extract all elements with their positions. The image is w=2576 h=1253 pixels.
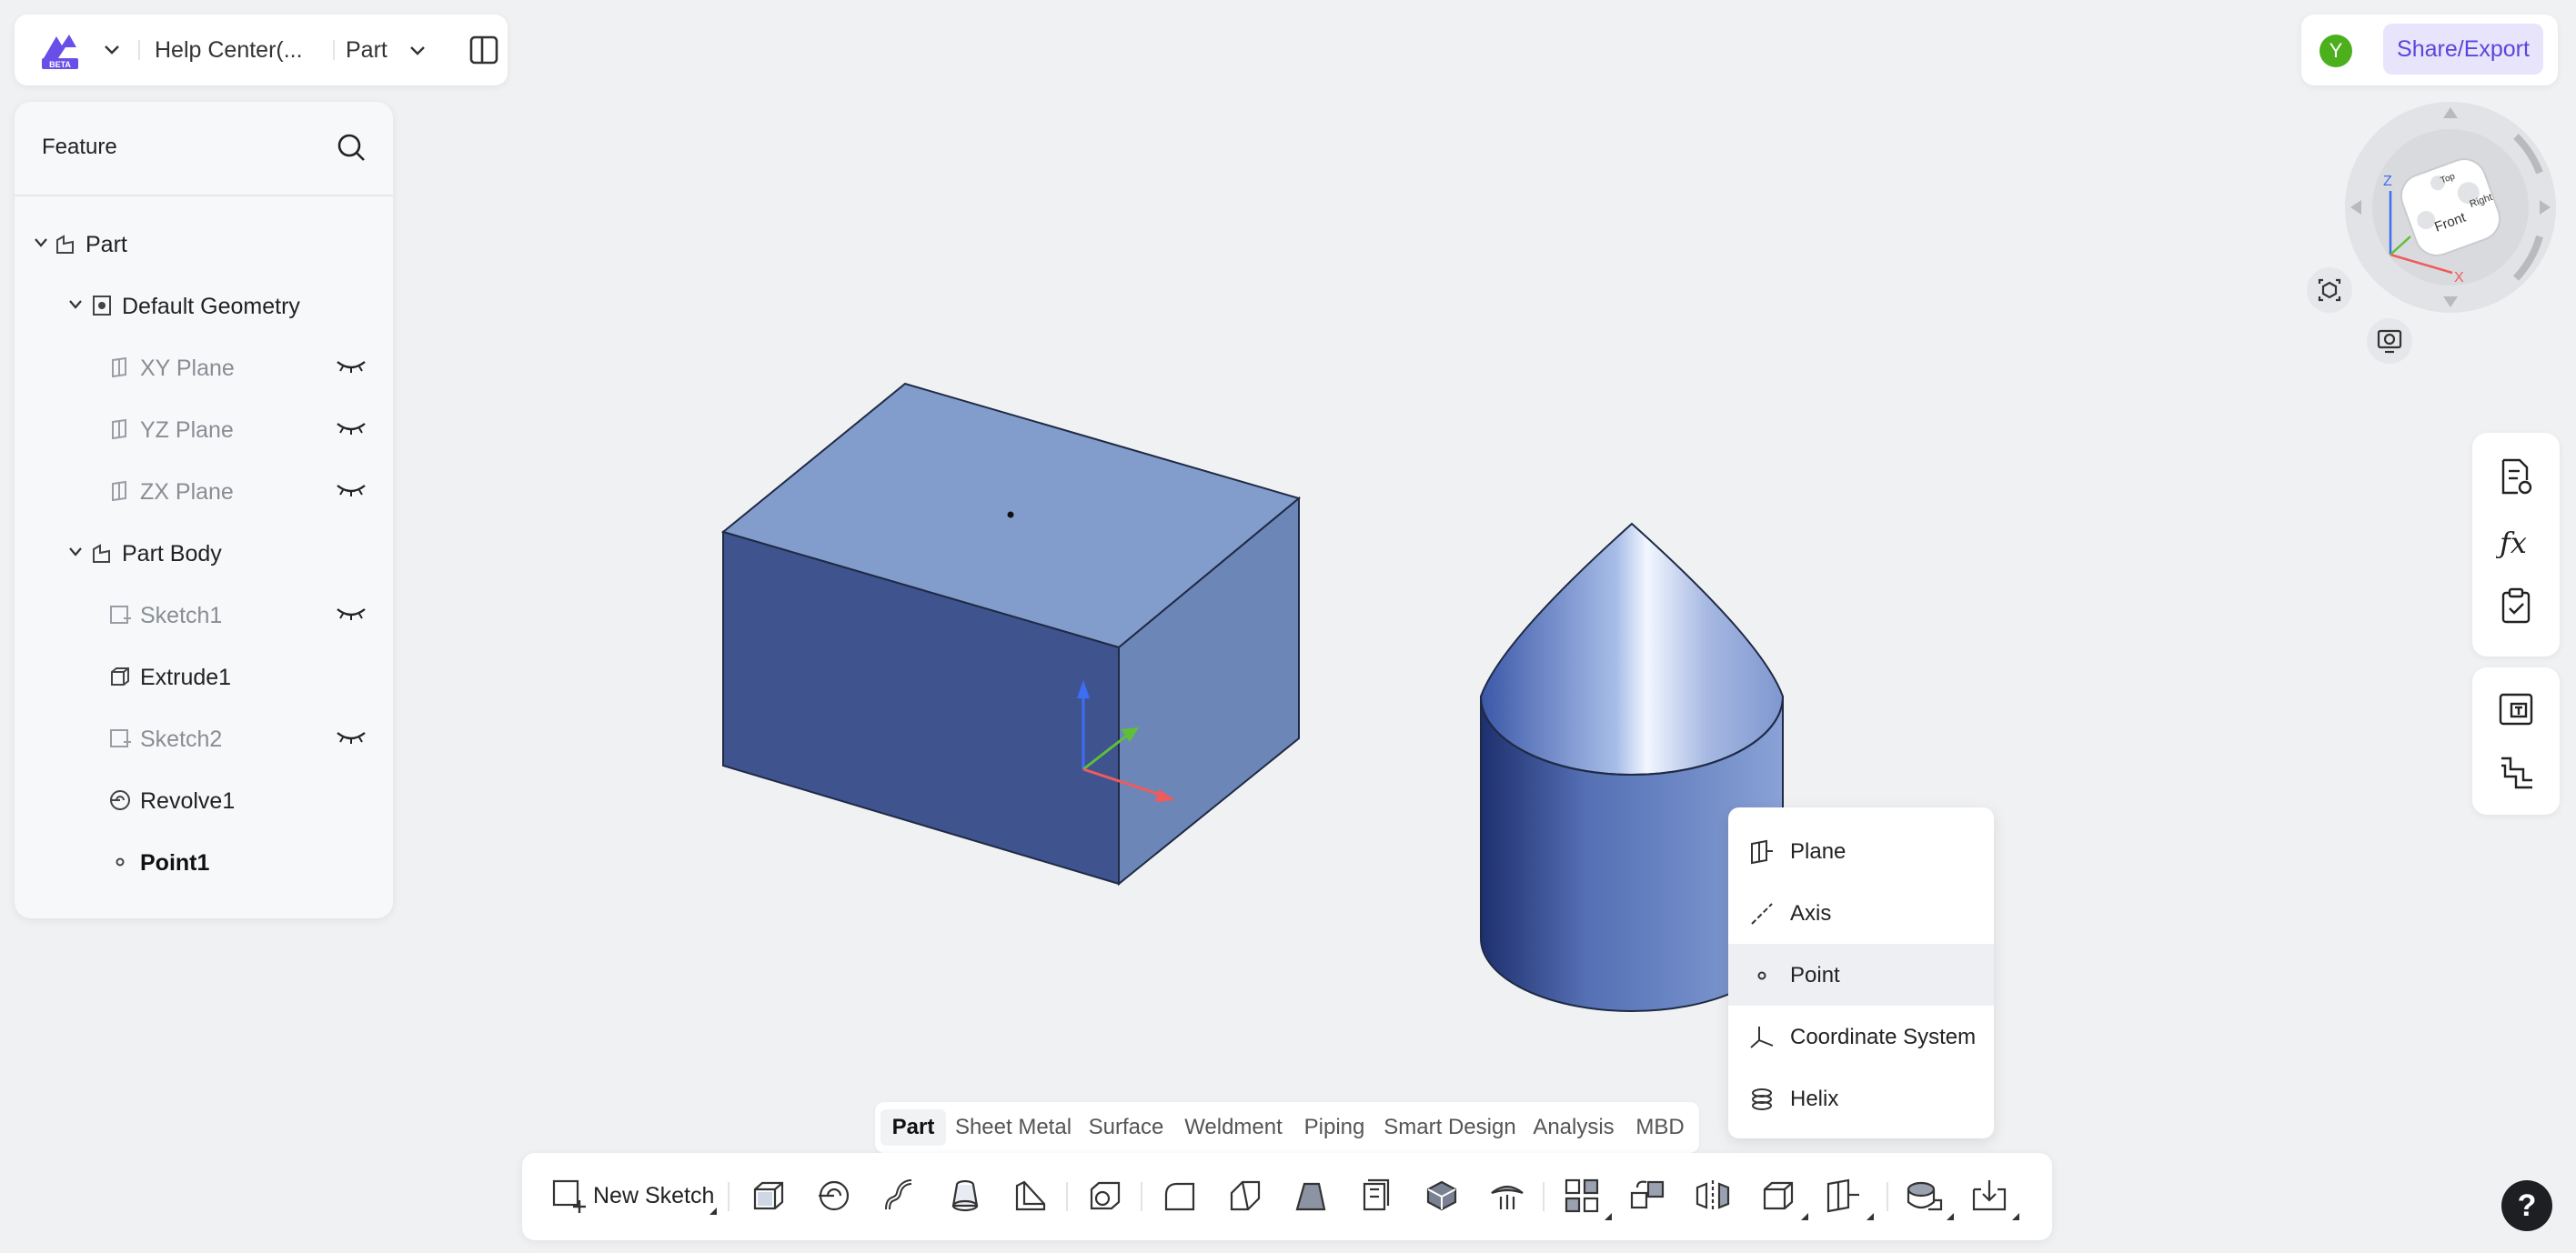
menu-item-coordinate-system[interactable]: Coordinate System — [1728, 1006, 1994, 1068]
mirror-icon[interactable] — [1694, 1177, 1732, 1215]
chamfer-icon[interactable] — [1226, 1177, 1264, 1215]
divider — [728, 1182, 730, 1211]
tab-mbd[interactable]: MBD — [1628, 1109, 1692, 1146]
divider — [1887, 1182, 1888, 1211]
coordinate-system-icon — [1748, 1024, 1776, 1051]
module-tabs: Part Sheet Metal Surface Weldment Piping… — [875, 1102, 1699, 1153]
dropdown-indicator[interactable] — [1605, 1213, 1612, 1220]
reference-geometry-menu: Plane Axis Point Coordinate System Helix — [1728, 807, 1994, 1138]
function-fx-icon[interactable]: ƒx — [2494, 522, 2536, 562]
point-icon — [1748, 962, 1776, 989]
right-tool-panel-top: ƒx — [2472, 433, 2560, 657]
import-icon[interactable] — [1970, 1177, 2008, 1215]
tab-weldment[interactable]: Weldment — [1179, 1109, 1288, 1146]
new-sketch-button[interactable]: New Sketch — [593, 1180, 714, 1211]
tab-sheet-metal[interactable]: Sheet Metal — [953, 1109, 1073, 1146]
divider — [1543, 1182, 1545, 1211]
extrude-body[interactable] — [720, 382, 1302, 887]
rib-icon[interactable] — [1011, 1177, 1050, 1215]
helix-icon — [1748, 1086, 1776, 1113]
shell-icon[interactable] — [1086, 1177, 1124, 1215]
help-button[interactable]: ? — [2501, 1180, 2552, 1231]
loft-icon[interactable] — [946, 1177, 984, 1215]
menu-item-point[interactable]: Point — [1728, 944, 1994, 1006]
measure-icon[interactable] — [1905, 1177, 1943, 1215]
tab-part[interactable]: Part — [880, 1109, 946, 1146]
dropdown-indicator[interactable] — [1867, 1213, 1874, 1220]
divider — [1066, 1182, 1068, 1211]
axis-z-label: Z — [2383, 174, 2392, 189]
plane-icon — [1748, 838, 1776, 866]
dropdown-indicator[interactable] — [2012, 1213, 2019, 1220]
drawing-template-icon[interactable] — [2496, 689, 2536, 729]
thicken-icon[interactable] — [1357, 1177, 1395, 1215]
menu-item-plane[interactable]: Plane — [1728, 820, 1994, 882]
pattern-icon[interactable] — [1563, 1177, 1601, 1215]
dropdown-indicator[interactable] — [709, 1208, 717, 1215]
menu-item-helix[interactable]: Helix — [1728, 1068, 1994, 1129]
fillet-icon[interactable] — [1161, 1177, 1199, 1215]
combine-icon[interactable] — [1423, 1177, 1461, 1215]
new-sketch-icon[interactable] — [549, 1177, 588, 1215]
display-mode-icon[interactable] — [2367, 318, 2412, 364]
viewport-3d[interactable] — [0, 0, 2576, 1253]
tab-piping[interactable]: Piping — [1295, 1109, 1374, 1146]
dropdown-indicator[interactable] — [1947, 1213, 1954, 1220]
split-icon[interactable] — [1488, 1177, 1526, 1215]
menu-item-label: Point — [1790, 963, 1840, 987]
view-cube[interactable]: Front Right Top Z X — [2343, 100, 2558, 315]
routing-icon[interactable] — [2496, 753, 2536, 793]
dropdown-indicator[interactable] — [1801, 1213, 1808, 1220]
tab-analysis[interactable]: Analysis — [1526, 1109, 1621, 1146]
svg-text:ƒx: ƒx — [2496, 526, 2527, 560]
move-copy-icon[interactable] — [1628, 1177, 1666, 1215]
menu-item-label: Coordinate System — [1790, 1025, 1977, 1049]
axis-x-label: X — [2454, 270, 2464, 286]
body-icon[interactable] — [1759, 1177, 1797, 1215]
tab-smart-design[interactable]: Smart Design — [1381, 1109, 1519, 1146]
fit-view-icon[interactable] — [2307, 267, 2352, 313]
divider — [1141, 1182, 1142, 1211]
reference-geometry-icon[interactable] — [1825, 1177, 1863, 1215]
revolve-icon[interactable] — [815, 1177, 853, 1215]
menu-item-label: Axis — [1790, 901, 1832, 926]
extrude-icon[interactable] — [750, 1177, 788, 1215]
document-settings-icon[interactable] — [2496, 456, 2536, 496]
menu-item-label: Helix — [1790, 1087, 1839, 1111]
draft-icon[interactable] — [1292, 1177, 1330, 1215]
axis-icon — [1748, 900, 1776, 927]
menu-item-label: Plane — [1790, 839, 1846, 864]
tab-surface[interactable]: Surface — [1081, 1109, 1172, 1146]
feature-toolbar: New Sketch — [522, 1153, 2052, 1240]
menu-item-axis[interactable]: Axis — [1728, 882, 1994, 944]
checklist-icon[interactable] — [2496, 586, 2536, 626]
sweep-icon[interactable] — [880, 1177, 919, 1215]
right-tool-panel-bottom — [2472, 667, 2560, 815]
